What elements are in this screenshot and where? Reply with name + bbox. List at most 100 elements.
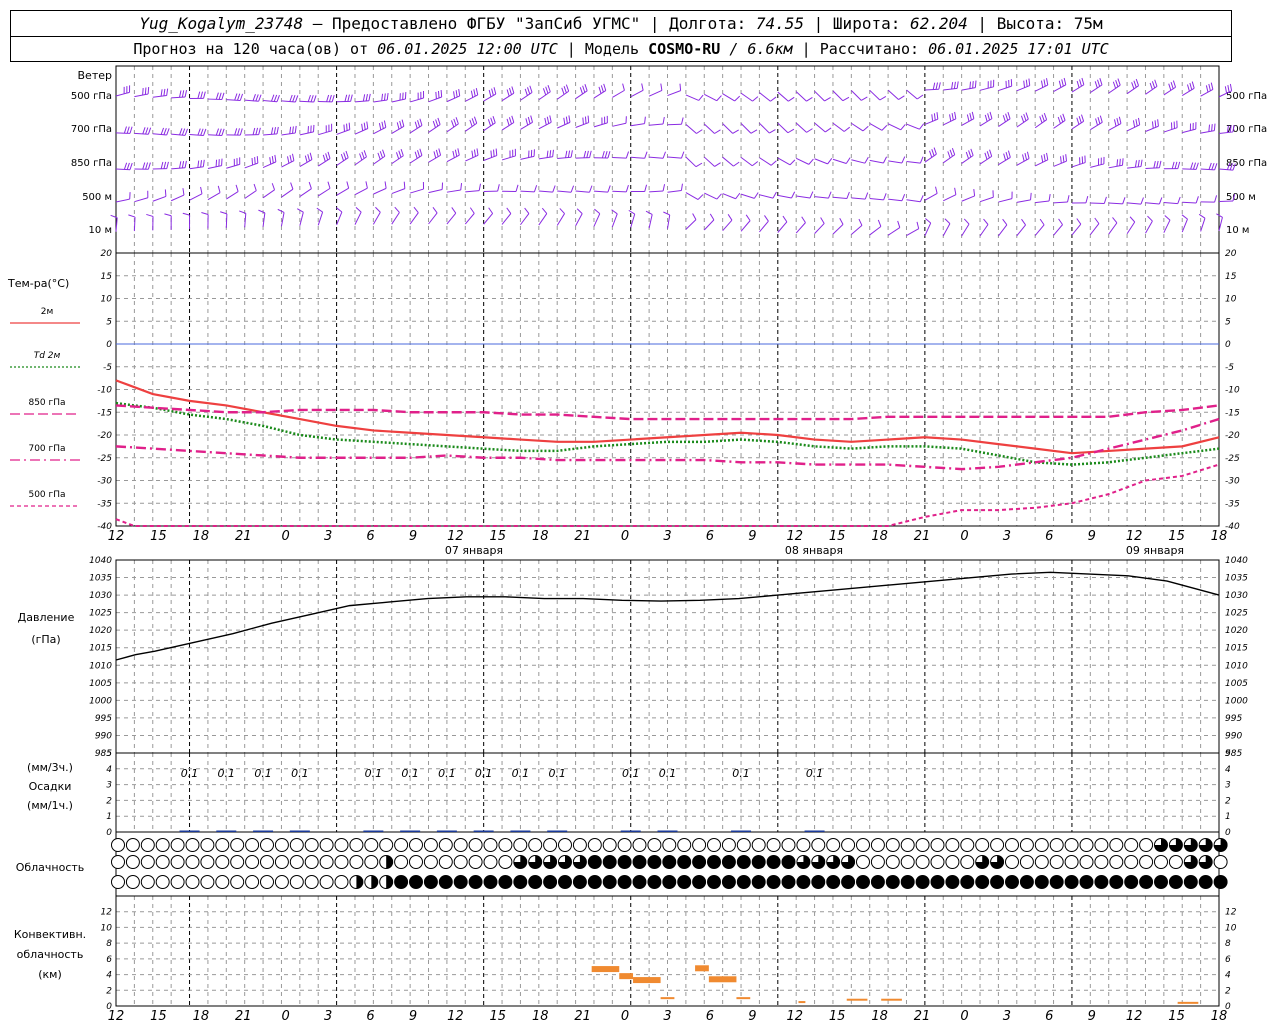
wind-barb-feather (1149, 82, 1153, 90)
wind-barb-feather (1005, 113, 1009, 121)
wind-barb-feather (290, 182, 294, 190)
cloud-symbol (1019, 875, 1034, 889)
wind-barb-feather (144, 87, 147, 95)
wind-barb-feather (382, 149, 386, 157)
wind-barb-feather (471, 118, 475, 126)
wind-barb (299, 159, 313, 168)
wind-barb-feather (1140, 197, 1144, 205)
wind-barb-feather (492, 116, 496, 123)
wind-barb-feather (1208, 162, 1212, 170)
wind-barb (1163, 219, 1171, 233)
cloud-symbol (289, 875, 304, 889)
wind-barb-feather (377, 152, 381, 160)
hour-label-bottom: 0 (960, 1009, 968, 1024)
wind-barb (226, 163, 240, 169)
pressure-tick-left: 1010 (89, 661, 112, 671)
wind-barb (428, 189, 443, 194)
conv-unit: (км) (38, 968, 62, 981)
wind-barb-feather (276, 95, 280, 102)
cloud-symbol (915, 855, 930, 869)
wind-barb (630, 89, 644, 98)
hour-label-bottom: 0 (282, 1009, 290, 1024)
wind-barb-feather (1174, 161, 1178, 169)
wind-barb-feather (1137, 117, 1141, 125)
wind-barb (538, 190, 553, 193)
wind-barb (171, 167, 186, 170)
wind-barb (409, 212, 419, 225)
precip-bar (179, 830, 200, 832)
wind-barb-feather (1022, 154, 1025, 162)
cloud-symbol (721, 855, 736, 869)
wind-barb-feather (824, 97, 831, 102)
cloud-symbol (692, 838, 707, 852)
hour-label-mid: 18 (1211, 529, 1228, 544)
wind-barb-feather (1177, 161, 1181, 169)
wind-barb (814, 196, 829, 199)
wind-barb-feather (583, 150, 587, 158)
cloud-symbol (1064, 875, 1079, 889)
cloud-symbol (1139, 875, 1154, 889)
wind-barb (372, 211, 381, 225)
pressure-tick-right: 1010 (1225, 661, 1248, 671)
wind-barb-feather (488, 207, 494, 214)
wind-barb-feather (1002, 115, 1006, 123)
wind-barb-feather (363, 122, 366, 130)
wind-barb-feather (493, 87, 497, 95)
wind-barb (612, 89, 625, 98)
wind-barb-feather (511, 86, 515, 94)
wind-barb-feather (123, 162, 128, 170)
wind-barb (262, 161, 277, 168)
wind-barb-feather (258, 209, 266, 214)
wind-barb-feather (1085, 196, 1089, 204)
wind-barb (318, 130, 332, 136)
wind-barb-feather (1229, 83, 1233, 91)
wind-barb (501, 213, 512, 225)
wind-barb (649, 190, 664, 193)
temp-legend-label: 2м (41, 307, 54, 317)
wind-barb (1034, 84, 1048, 92)
wind-barb (446, 154, 460, 163)
cloud-symbol (111, 838, 125, 852)
wind-barb-feather (437, 117, 441, 125)
wind-barb-feather (529, 85, 533, 93)
wind-barb (152, 195, 167, 202)
wind-barb-feather (1076, 80, 1080, 88)
wind-barb-feather (603, 83, 607, 91)
wind-barb-feather (788, 96, 795, 102)
hour-label-bottom: 3 (663, 1009, 671, 1024)
wind-barb (832, 158, 847, 164)
wind-barb-feather (1189, 82, 1193, 90)
wind-barb-feather (1065, 154, 1068, 162)
wind-barb-feather (1195, 162, 1199, 170)
wind-barb (373, 187, 387, 195)
wind-barb-feather (933, 113, 936, 121)
wind-barb-feather (846, 191, 850, 199)
wind-barb (354, 211, 362, 225)
wind-barb (1127, 166, 1142, 169)
wind-barb (483, 93, 497, 102)
temp-tick-left: -5 (103, 363, 112, 373)
wind-barb (1016, 158, 1030, 166)
wind-barb (483, 155, 497, 161)
wind-barb-feather (218, 128, 222, 136)
wind-barb-feather (1103, 196, 1107, 204)
wind-level-left: 850 гПа (71, 158, 112, 169)
cloud-symbol (125, 838, 140, 852)
cloud-symbol-fill (386, 855, 393, 869)
cloud-symbol (274, 838, 289, 852)
pressure-tick-left: 1040 (89, 556, 112, 566)
cloud-symbol (856, 855, 870, 869)
wind-barb-feather (271, 183, 276, 191)
pressure-tick-right: 1015 (1225, 644, 1248, 654)
wind-barb-feather (806, 128, 813, 133)
wind-barb-feather (129, 162, 133, 170)
temp-legend-label: Td 2м (34, 351, 61, 361)
wind-barb-feather (949, 149, 953, 157)
cloud-symbol (796, 838, 811, 852)
cloud-symbol (766, 855, 781, 869)
wind-barb-feather (916, 94, 924, 100)
wind-barb-feather (197, 128, 201, 136)
hour-label-mid: 21 (914, 529, 931, 544)
cloud-symbol (870, 875, 885, 889)
cloud-symbol (1109, 838, 1124, 852)
